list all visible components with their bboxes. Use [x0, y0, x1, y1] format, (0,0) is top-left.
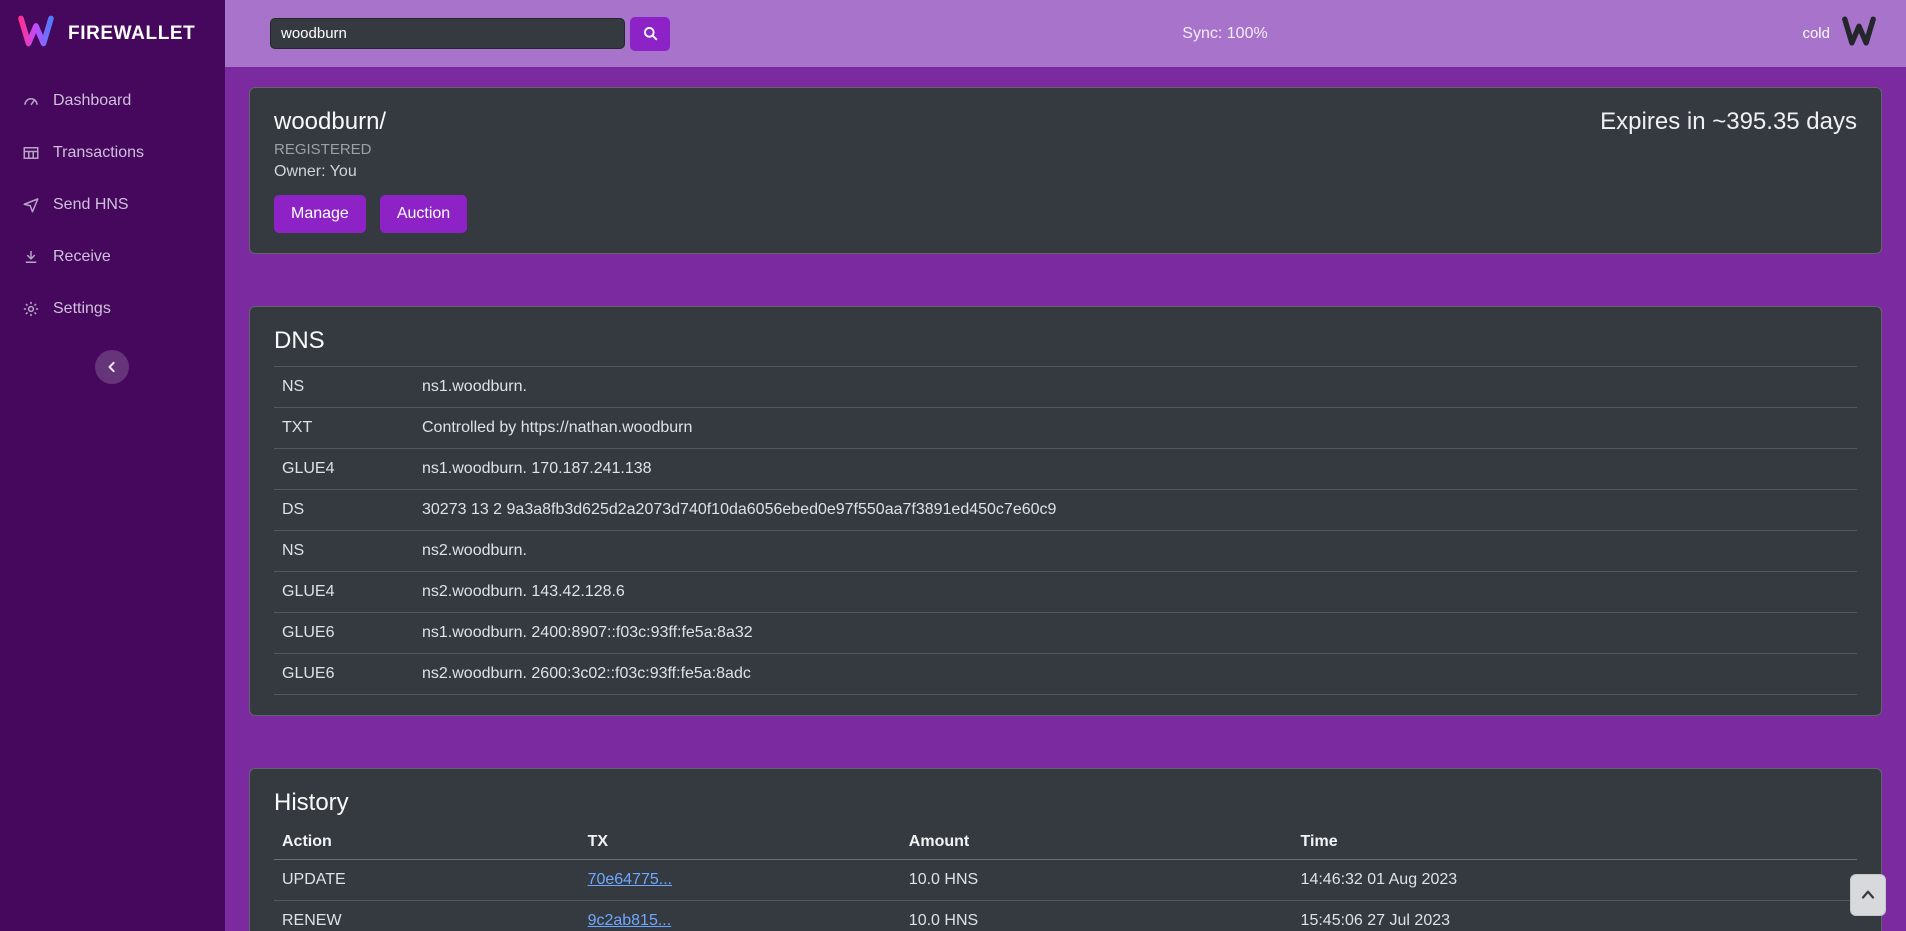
firewallet-logo-icon: [16, 11, 56, 56]
wallet-name: cold: [1802, 25, 1830, 42]
search-bar: [270, 17, 670, 51]
sidebar-item-settings[interactable]: Settings: [0, 283, 225, 335]
dns-record-type: NS: [282, 378, 422, 396]
history-action: UPDATE: [282, 871, 588, 889]
history-time: 15:45:06 27 Jul 2023: [1301, 912, 1849, 930]
dns-record-row: DS 30273 13 2 9a3a8fb3d625d2a2073d740f10…: [274, 490, 1857, 531]
domain-status: REGISTERED: [274, 141, 1857, 158]
brand[interactable]: FIREWALLET: [0, 0, 225, 67]
history-col-action: Action: [282, 833, 588, 851]
sidebar-item-label: Receive: [53, 248, 111, 266]
dns-record-type: GLUE4: [282, 583, 422, 601]
dns-record-value: 30273 13 2 9a3a8fb3d625d2a2073d740f10da6…: [422, 501, 1849, 519]
dns-record-type: TXT: [282, 419, 422, 437]
history-table: Action TX Amount Time UPDATE 70e64775...…: [274, 825, 1857, 931]
dns-card: DNS NS ns1.woodburn. TXT Controlled by h…: [249, 306, 1882, 717]
gear-icon: [22, 300, 40, 318]
sidebar-item-label: Dashboard: [53, 92, 131, 110]
dns-record-value: Controlled by https://nathan.woodburn: [422, 419, 1849, 437]
receive-icon: [22, 248, 40, 266]
sidebar-item-send-hns[interactable]: Send HNS: [0, 179, 225, 231]
dns-table: NS ns1.woodburn. TXT Controlled by https…: [274, 366, 1857, 695]
table-icon: [22, 144, 40, 162]
sidebar: FIREWALLET Dashboard Transactions Send H…: [0, 0, 225, 931]
main-content: woodburn/ REGISTERED Owner: You Manage A…: [225, 67, 1906, 931]
wallet-logo-icon: [1840, 12, 1878, 55]
sidebar-item-label: Send HNS: [53, 196, 129, 214]
dns-record-value: ns2.woodburn. 143.42.128.6: [422, 583, 1849, 601]
dns-record-type: NS: [282, 542, 422, 560]
caret-up-icon: [1858, 885, 1878, 905]
domain-card: woodburn/ REGISTERED Owner: You Manage A…: [249, 87, 1882, 254]
history-card: History Action TX Amount Time UPDATE 70e…: [249, 768, 1882, 931]
brand-name: FIREWALLET: [68, 23, 195, 45]
history-title: History: [274, 789, 1857, 817]
gauge-icon: [22, 92, 40, 110]
sidebar-item-dashboard[interactable]: Dashboard: [0, 75, 225, 127]
dns-record-type: GLUE6: [282, 624, 422, 642]
sidebar-nav: Dashboard Transactions Send HNS Receiv: [0, 75, 225, 335]
history-col-amount: Amount: [909, 833, 1301, 851]
dns-record-row: NS ns2.woodburn.: [274, 531, 1857, 572]
sidebar-item-receive[interactable]: Receive: [0, 231, 225, 283]
send-icon: [22, 196, 40, 214]
history-header-row: Action TX Amount Time: [274, 825, 1857, 860]
history-col-time: Time: [1301, 833, 1849, 851]
history-row: UPDATE 70e64775... 10.0 HNS 14:46:32 01 …: [274, 860, 1857, 901]
scroll-to-top-button[interactable]: [1850, 874, 1886, 916]
search-icon: [641, 24, 660, 43]
search-button[interactable]: [630, 17, 670, 51]
dns-record-type: DS: [282, 501, 422, 519]
dns-record-type: GLUE4: [282, 460, 422, 478]
dns-record-value: ns2.woodburn.: [422, 542, 1849, 560]
dns-record-value: ns1.woodburn.: [422, 378, 1849, 396]
dns-record-row: GLUE4 ns2.woodburn. 143.42.128.6: [274, 572, 1857, 613]
dns-record-row: NS ns1.woodburn.: [274, 367, 1857, 408]
dns-record-row: TXT Controlled by https://nathan.woodbur…: [274, 408, 1857, 449]
dns-record-row: GLUE6 ns1.woodburn. 2400:8907::f03c:93ff…: [274, 613, 1857, 654]
dns-record-type: GLUE6: [282, 665, 422, 683]
dns-record-row: GLUE4 ns1.woodburn. 170.187.241.138: [274, 449, 1857, 490]
dns-record-value: ns1.woodburn. 2400:8907::f03c:93ff:fe5a:…: [422, 624, 1849, 642]
history-row: RENEW 9c2ab815... 10.0 HNS 15:45:06 27 J…: [274, 901, 1857, 931]
history-col-tx: TX: [588, 833, 909, 851]
domain-actions: Manage Auction: [274, 195, 1857, 233]
history-time: 14:46:32 01 Aug 2023: [1301, 871, 1849, 889]
history-amount: 10.0 HNS: [909, 912, 1301, 930]
sidebar-item-transactions[interactable]: Transactions: [0, 127, 225, 179]
sync-status: Sync: 100%: [1182, 25, 1267, 43]
dns-record-value: ns2.woodburn. 2600:3c02::f03c:93ff:fe5a:…: [422, 665, 1849, 683]
sidebar-item-label: Transactions: [53, 144, 144, 162]
tx-link[interactable]: 9c2ab815...: [588, 912, 672, 929]
history-amount: 10.0 HNS: [909, 871, 1301, 889]
dns-title: DNS: [274, 327, 1857, 355]
wallet-switcher[interactable]: cold: [1802, 12, 1878, 55]
manage-button[interactable]: Manage: [274, 195, 366, 233]
dns-record-row: GLUE6 ns2.woodburn. 2600:3c02::f03c:93ff…: [274, 654, 1857, 695]
chevron-left-icon: [102, 357, 122, 377]
sidebar-item-label: Settings: [53, 300, 111, 318]
dns-record-value: ns1.woodburn. 170.187.241.138: [422, 460, 1849, 478]
tx-link[interactable]: 70e64775...: [588, 871, 673, 888]
domain-expiry: Expires in ~395.35 days: [1600, 108, 1857, 136]
sidebar-collapse-button[interactable]: [95, 350, 129, 384]
domain-owner: Owner: You: [274, 163, 1857, 181]
topbar: Sync: 100% cold: [225, 0, 1906, 67]
search-input[interactable]: [270, 18, 625, 49]
auction-button[interactable]: Auction: [380, 195, 467, 233]
history-action: RENEW: [282, 912, 588, 930]
